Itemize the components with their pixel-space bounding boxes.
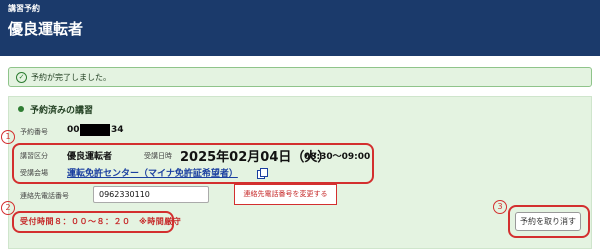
- phone-label: 連絡先電話番号: [20, 192, 69, 200]
- venue-label: 受講会場: [20, 169, 48, 177]
- copy-icon[interactable]: [257, 168, 268, 179]
- bullet-icon: [18, 106, 24, 112]
- annotation-marker-1: 1: [1, 130, 15, 144]
- success-alert: ✓ 予約が完了しました。: [8, 67, 592, 87]
- reservation-number-suffix: 34: [111, 125, 124, 135]
- course-category-label: 講習区分: [20, 152, 48, 160]
- datetime-label: 受講日時: [144, 152, 172, 160]
- page-header: 講習予約 優良運転者: [0, 0, 600, 56]
- reception-time-note: 受付時間８：００～８：２０ ※時間厳守: [20, 217, 182, 226]
- reservation-number-prefix: 00: [67, 125, 80, 135]
- phone-input[interactable]: 0962330110: [93, 186, 209, 203]
- header-section-label: 講習予約: [8, 4, 40, 13]
- success-message: 予約が完了しました。: [31, 73, 111, 82]
- check-circle-icon: ✓: [16, 72, 27, 83]
- cancel-reservation-button[interactable]: 予約を取り消す: [515, 212, 581, 231]
- annotation-marker-3: 3: [493, 200, 507, 214]
- redaction-mask: [80, 124, 110, 136]
- course-category-value: 優良運転者: [67, 152, 113, 162]
- page-title: 優良運転者: [8, 20, 84, 38]
- panel-title: 予約済みの講習: [30, 106, 94, 116]
- venue-link[interactable]: 運転免許センター（マイナ免許証希望者）: [67, 166, 238, 179]
- time-value: 08:30～09:00: [304, 152, 371, 162]
- reservation-number-label: 予約番号: [20, 128, 48, 136]
- change-phone-button[interactable]: 連絡先電話番号を変更する: [234, 184, 337, 205]
